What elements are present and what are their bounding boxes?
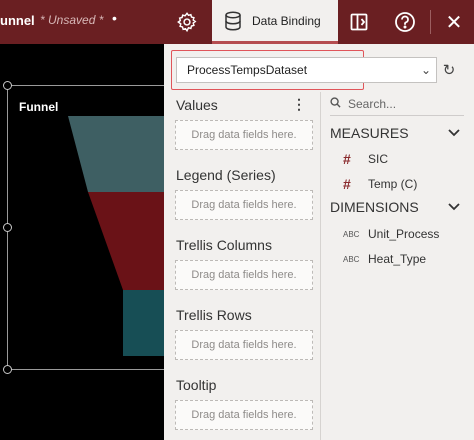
chevron-down-icon: ⌄ [420, 63, 432, 77]
field-name: Temp (C) [368, 177, 418, 191]
tooltip-label: Tooltip [176, 377, 217, 393]
legend-series-label: Legend (Series) [176, 167, 276, 183]
dimension-icon: ABC [343, 229, 360, 239]
chart-selection-frame[interactable] [7, 85, 187, 370]
measures-label: MEASURES [330, 125, 409, 141]
values-drop-zone[interactable]: Drag data fields here. [175, 120, 313, 150]
refresh-button[interactable]: ↻ [441, 60, 457, 80]
field-name: Unit_Process [368, 227, 440, 241]
measure-icon: # [343, 176, 351, 192]
field-name: SIC [368, 152, 389, 166]
trellis-columns-label: Trellis Columns [176, 237, 272, 253]
field-temp[interactable]: # Temp (C) [343, 176, 417, 192]
trellis-rows-label: Trellis Rows [176, 307, 252, 323]
refresh-icon: ↻ [442, 62, 456, 79]
chevron-down-icon [448, 126, 460, 140]
values-more-button[interactable]: ⋮ [292, 96, 306, 113]
dimensions-group-header[interactable]: DIMENSIONS [330, 199, 464, 215]
trellis-rows-drop-zone[interactable]: Drag data fields here. [175, 330, 313, 360]
chevron-down-icon [448, 200, 460, 214]
search-icon [330, 96, 346, 111]
resize-handle-left[interactable] [3, 223, 12, 232]
field-sic[interactable]: # SIC [343, 151, 388, 167]
resize-handle-top-left[interactable] [3, 81, 12, 90]
dataset-select-value: ProcessTempsDataset [187, 63, 308, 77]
values-label: Values [176, 97, 218, 113]
tooltip-drop-zone[interactable]: Drag data fields here. [175, 400, 313, 430]
dimension-icon: ABC [343, 254, 360, 264]
measure-icon: # [343, 151, 351, 167]
field-unit-process[interactable]: ABC Unit_Process [343, 227, 439, 241]
search-placeholder: Search... [348, 96, 397, 111]
dimensions-label: DIMENSIONS [330, 199, 419, 215]
chart-title: Funnel [19, 100, 59, 114]
measures-group-header[interactable]: MEASURES [330, 125, 464, 141]
dataset-select[interactable]: ProcessTempsDataset ⌄ [176, 57, 437, 83]
legend-series-drop-zone[interactable]: Drag data fields here. [175, 190, 313, 220]
field-name: Heat_Type [368, 252, 427, 266]
resize-handle-bottom-left[interactable] [3, 365, 12, 374]
fields-panel [321, 92, 474, 440]
field-heat-type[interactable]: ABC Heat_Type [343, 252, 426, 266]
trellis-columns-drop-zone[interactable]: Drag data fields here. [175, 260, 313, 290]
field-search-input[interactable]: Search... [330, 92, 464, 116]
